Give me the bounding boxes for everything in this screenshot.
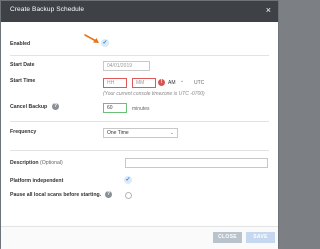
help-icon[interactable]: ? [105, 191, 112, 198]
frequency-label: Frequency [10, 129, 37, 135]
enabled-label: Enabled [10, 41, 31, 47]
description-label-text: Description [10, 160, 39, 166]
chevron-down-icon: ⌄ [169, 130, 174, 136]
save-button[interactable]: SAVE [246, 232, 275, 243]
ampm-select[interactable]: AM [168, 80, 176, 86]
description-label: Description (Optional) [10, 160, 63, 166]
timezone-label: UTC [194, 80, 205, 86]
enabled-checkbox[interactable]: ✓ [101, 39, 109, 47]
pause-scans-checkbox[interactable] [125, 192, 132, 199]
cancel-backup-input[interactable]: 60 [103, 103, 127, 113]
close-icon[interactable]: × [266, 5, 271, 15]
pause-scans-label: Pause all local scans before starting. [10, 192, 102, 198]
dialog-titlebar: Create Backup Schedule × [1, 1, 278, 22]
cancel-backup-label: Cancel Backup [10, 104, 48, 110]
platform-independent-checkbox[interactable]: ✓ [124, 176, 132, 184]
chevron-down-icon[interactable]: ⌄ [180, 78, 184, 84]
frequency-select[interactable]: One Time ⌄ [103, 128, 178, 138]
timezone-note: (Your current console timezone is UTC -0… [103, 91, 205, 97]
divider [10, 150, 269, 151]
pointer-arrow-icon [84, 34, 99, 43]
platform-independent-label: Platform independent [10, 178, 64, 184]
frequency-selected-value: One Time [107, 130, 129, 136]
help-icon[interactable]: ? [52, 103, 59, 110]
create-backup-schedule-dialog: Create Backup Schedule × Enabled ✓ Start… [0, 0, 279, 249]
minute-input[interactable]: MM [132, 78, 156, 88]
start-date-label: Start Date [10, 62, 35, 68]
divider [10, 121, 269, 122]
hour-input[interactable]: HH [103, 78, 127, 88]
start-date-input[interactable]: 04/01/2019 [103, 61, 150, 71]
divider [10, 55, 269, 56]
minutes-unit-label: minutes [132, 106, 150, 112]
close-button[interactable]: CLOSE [213, 232, 242, 243]
description-input[interactable] [125, 158, 268, 168]
error-icon: ! [158, 79, 165, 86]
description-optional-text: (Optional) [40, 160, 63, 166]
start-time-label: Start Time [10, 78, 36, 84]
dialog-title: Create Backup Schedule [10, 6, 85, 13]
